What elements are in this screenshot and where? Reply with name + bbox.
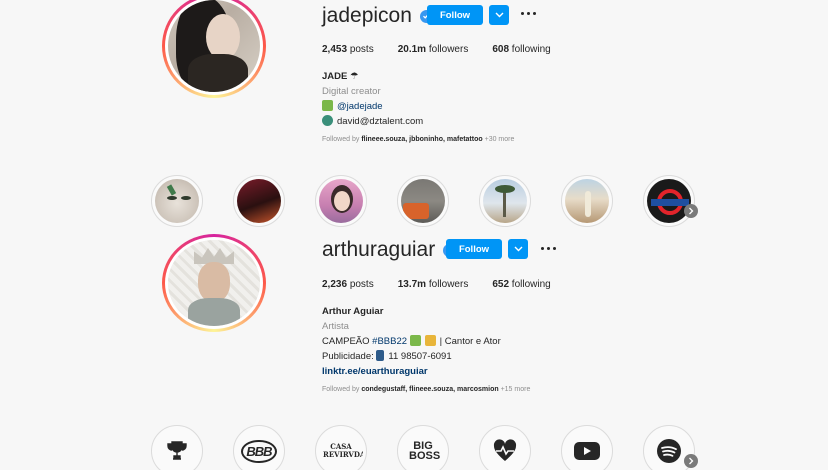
profile-username: arthuraguiar xyxy=(322,238,457,262)
posts-count: 2,453 posts xyxy=(322,44,374,55)
ticket-emoji-icon xyxy=(424,335,436,346)
follow-button[interactable]: Follow xyxy=(427,5,483,25)
followers-count[interactable]: 20.1m followers xyxy=(398,44,469,55)
youtube-icon xyxy=(574,442,600,460)
puzzle-emoji-icon xyxy=(322,100,333,111)
following-count[interactable]: 608 following xyxy=(492,44,550,55)
highlight-bbb[interactable]: BBB xyxy=(233,425,285,470)
trophy-emoji-icon xyxy=(409,335,421,346)
profile-category: Digital creator xyxy=(322,86,381,97)
profile-category: Artista xyxy=(322,321,349,332)
profile-stats: 2,236 posts 13.7m followers 652 followin… xyxy=(322,279,575,290)
followed-by[interactable]: Followed by flineee.souza, jbboninho, ma… xyxy=(322,132,514,147)
story-highlight[interactable] xyxy=(479,175,531,227)
story-highlight[interactable] xyxy=(561,175,613,227)
next-highlights-button[interactable] xyxy=(684,204,698,218)
bio-email: david@dztalent.com xyxy=(337,116,424,127)
profile-bio: Arthur Aguiar Artista CAMPEÃO #BBB22 | C… xyxy=(322,304,530,397)
profile-full-name: JADE xyxy=(322,71,348,82)
followed-by[interactable]: Followed by condegustaff, flineee.souza,… xyxy=(322,382,530,397)
chevron-down-icon xyxy=(514,246,522,252)
suggested-dropdown-button[interactable] xyxy=(508,239,528,259)
heart-pulse-icon xyxy=(493,439,517,461)
suggested-dropdown-button[interactable] xyxy=(489,5,509,25)
big-boss-logo: BIG BOSS xyxy=(409,440,441,462)
following-count[interactable]: 652 following xyxy=(492,279,550,290)
profile-stats: 2,453 posts 20.1m followers 608 followin… xyxy=(322,44,575,55)
username-text: arthuraguiar xyxy=(322,238,436,261)
profile-avatar-jadepicon[interactable] xyxy=(162,0,266,98)
profile-bio: JADE ☂ Digital creator @jadejade david@d… xyxy=(322,69,514,147)
story-highlight[interactable] xyxy=(151,175,203,227)
profile-username: jadepicon xyxy=(322,4,433,28)
spotify-icon xyxy=(657,439,681,463)
posts-count: 2,236 posts xyxy=(322,279,374,290)
more-options-button[interactable] xyxy=(541,247,556,250)
follow-button[interactable]: Follow xyxy=(446,239,502,259)
globe-emoji-icon xyxy=(322,115,333,126)
profile-avatar-arthuraguiar[interactable] xyxy=(162,234,266,332)
highlight-health[interactable] xyxy=(479,425,531,470)
highlight-youtube[interactable] xyxy=(561,425,613,470)
chevron-right-icon xyxy=(689,207,694,215)
bbb-logo: BBB xyxy=(241,439,277,463)
hashtag-link[interactable]: #BBB22 xyxy=(372,336,407,347)
chevron-right-icon xyxy=(689,457,694,465)
story-highlight[interactable] xyxy=(643,175,695,227)
next-highlights-button[interactable] xyxy=(684,454,698,468)
story-highlight[interactable] xyxy=(315,175,367,227)
highlight-casa-revirvda[interactable]: CASA REVIRVDA xyxy=(315,425,367,470)
umbrella-emoji-icon: ☂ xyxy=(349,71,359,82)
highlight-trophy[interactable] xyxy=(151,425,203,470)
profile-full-name: Arthur Aguiar xyxy=(322,306,384,317)
external-link[interactable]: linktr.ee/euarthuraguiar xyxy=(322,364,530,379)
story-highlight[interactable] xyxy=(233,175,285,227)
chevron-down-icon xyxy=(495,12,503,18)
casa-revirvda-logo: CASA REVIRVDA xyxy=(323,442,363,459)
story-highlight[interactable] xyxy=(397,175,449,227)
more-options-button[interactable] xyxy=(521,12,536,15)
bio-mention-link[interactable]: @jadejade xyxy=(337,101,383,112)
followers-count[interactable]: 13.7m followers xyxy=(398,279,469,290)
phone-emoji-icon xyxy=(376,350,385,361)
highlight-big-boss[interactable]: BIG BOSS xyxy=(397,425,449,470)
username-text: jadepicon xyxy=(322,4,412,27)
trophy-icon xyxy=(167,441,187,460)
